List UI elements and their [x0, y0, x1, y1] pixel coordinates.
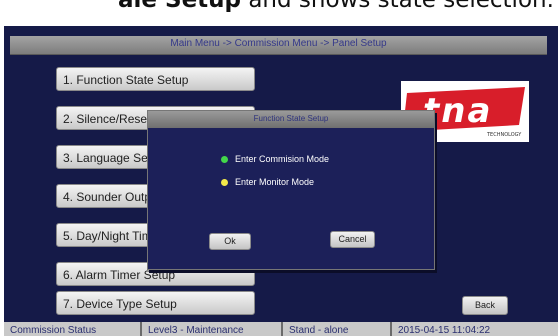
doc-caption: ale Setup and shows state selection. [0, 0, 558, 20]
ok-button[interactable]: Ok [209, 233, 251, 250]
panel-screen: Main Menu -> Commission Menu -> Panel Se… [4, 26, 558, 336]
menu-item-device-type-setup[interactable]: 7. Device Type Setup [56, 291, 255, 315]
option-commission-mode[interactable]: Enter Commision Mode [221, 154, 330, 164]
status-bar: Commission Status Level3 - Maintenance S… [4, 322, 558, 336]
breadcrumb: Main Menu -> Commission Menu -> Panel Se… [170, 38, 387, 49]
caption-rest: and shows state selection. [241, 0, 554, 13]
back-button[interactable]: Back [462, 296, 508, 315]
function-state-dialog: Function State Setup Enter Commision Mod… [147, 110, 435, 270]
cancel-button[interactable]: Cancel [330, 231, 375, 248]
title-bar: Main Menu -> Commission Menu -> Panel Se… [10, 36, 547, 55]
option-monitor-mode[interactable]: Enter Monitor Mode [221, 177, 315, 187]
dialog-title-bar: Function State Setup [148, 111, 434, 128]
status-mode: Stand - alone [283, 322, 392, 336]
status-level: Level3 - Maintenance [142, 322, 283, 336]
option-monitor-label: Enter Monitor Mode [235, 177, 315, 187]
yellow-status-dot-icon [221, 179, 228, 186]
status-commission: Commission Status [4, 322, 142, 336]
menu-item-function-state-setup[interactable]: 1. Function State Setup [56, 67, 255, 91]
green-status-dot-icon [221, 156, 228, 163]
option-commission-label: Enter Commision Mode [235, 154, 330, 164]
logo-tagline: TECHNOLOGY [486, 132, 522, 138]
dialog-title: Function State Setup [253, 114, 329, 123]
caption-bold: ale Setup [118, 0, 242, 13]
status-datetime: 2015-04-15 11:04:22 [398, 325, 491, 336]
